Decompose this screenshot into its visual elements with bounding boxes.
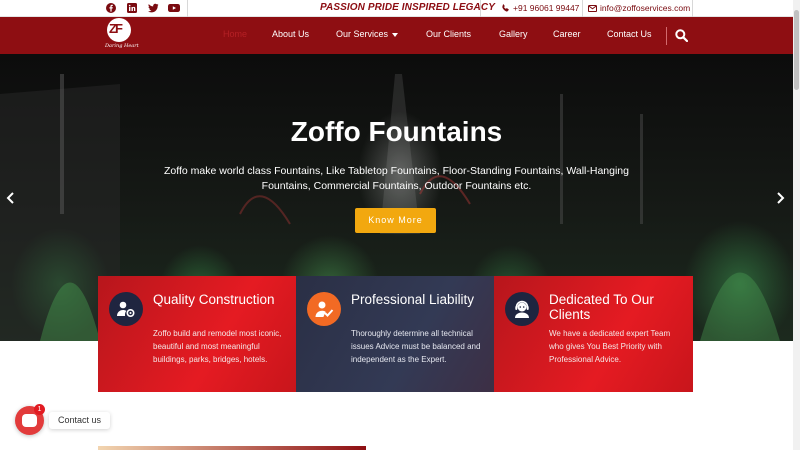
nav-item-our-services[interactable]: Our Services bbox=[336, 29, 399, 39]
linkedin-icon[interactable] bbox=[126, 2, 138, 14]
know-more-button[interactable]: Know More bbox=[355, 208, 436, 233]
nav-item-gallery[interactable]: Gallery bbox=[499, 29, 528, 39]
section-image-edge bbox=[98, 446, 366, 450]
topbar-divider bbox=[582, 0, 583, 17]
social-links bbox=[105, 2, 180, 14]
nav-item-label: Our Services bbox=[336, 29, 389, 39]
user-check-icon bbox=[307, 292, 341, 326]
page-scrollbar[interactable] bbox=[793, 0, 800, 450]
feature-card-professional-liability: Professional Liability Thoroughly determ… bbox=[296, 276, 494, 392]
card-text: We have a dedicated expert Team who give… bbox=[549, 329, 671, 364]
feature-card-dedicated-to-clients: Dedicated To Our Clients We have a dedic… bbox=[494, 276, 693, 392]
phone-link[interactable]: +91 96061 99447 bbox=[502, 3, 579, 13]
main-navbar: ZF Daring Heart Home About Us Our Servic… bbox=[0, 17, 793, 54]
hero-description: Zoffo make world class Fountains, Like T… bbox=[164, 165, 629, 192]
nav-divider bbox=[666, 27, 667, 45]
chat-bubble-icon bbox=[22, 414, 37, 427]
email-link[interactable]: info@zoffoservices.com bbox=[588, 3, 690, 13]
nav-item-contact-us[interactable]: Contact Us bbox=[607, 29, 652, 39]
feature-cards: Quality Construction Zoffo build and rem… bbox=[98, 276, 693, 392]
envelope-icon bbox=[588, 4, 597, 12]
chat-notification-badge: 1 bbox=[34, 404, 45, 415]
chevron-left-icon bbox=[6, 192, 14, 204]
nav-item-home[interactable]: Home bbox=[223, 29, 247, 39]
tagline: PASSION PRIDE INSPIRED LEGACY bbox=[320, 2, 495, 13]
youtube-icon[interactable] bbox=[168, 2, 180, 14]
settings-user-icon bbox=[109, 292, 143, 326]
logo-letters: ZF bbox=[109, 21, 123, 36]
logo-tagline: Daring Heart bbox=[105, 43, 139, 49]
slider-prev-button[interactable] bbox=[6, 191, 18, 205]
slider-next-button[interactable] bbox=[775, 191, 787, 205]
twitter-icon[interactable] bbox=[147, 2, 159, 14]
card-text: Thoroughly determine all technical issue… bbox=[351, 329, 481, 364]
chat-widget-label[interactable]: Contact us bbox=[49, 412, 111, 429]
phone-icon bbox=[502, 4, 509, 12]
search-icon bbox=[675, 29, 689, 43]
chevron-down-icon bbox=[392, 32, 399, 37]
card-title: Dedicated To Our Clients bbox=[549, 292, 654, 322]
nav-item-our-clients[interactable]: Our Clients bbox=[426, 29, 471, 39]
nav-item-career[interactable]: Career bbox=[553, 29, 581, 39]
topbar-divider bbox=[480, 0, 481, 17]
card-title: Quality Construction bbox=[153, 292, 275, 307]
nav-item-about-us[interactable]: About Us bbox=[272, 29, 309, 39]
top-bar: PASSION PRIDE INSPIRED LEGACY +91 96061 … bbox=[0, 0, 800, 17]
card-text: Zoffo build and remodel most iconic, bea… bbox=[153, 329, 282, 364]
chevron-right-icon bbox=[777, 192, 785, 204]
support-agent-icon bbox=[505, 292, 539, 326]
feature-card-quality-construction: Quality Construction Zoffo build and rem… bbox=[98, 276, 296, 392]
card-title: Professional Liability bbox=[351, 292, 475, 307]
search-button[interactable] bbox=[675, 29, 689, 43]
email-address: info@zoffoservices.com bbox=[600, 3, 691, 13]
phone-number: +91 96061 99447 bbox=[513, 3, 580, 13]
topbar-divider bbox=[692, 0, 693, 17]
facebook-icon[interactable] bbox=[105, 2, 117, 14]
topbar-divider bbox=[187, 0, 188, 17]
site-logo[interactable]: ZF Daring Heart bbox=[104, 18, 139, 52]
hero-title: Zoffo Fountains bbox=[290, 116, 503, 147]
scrollbar-thumb[interactable] bbox=[794, 10, 799, 90]
